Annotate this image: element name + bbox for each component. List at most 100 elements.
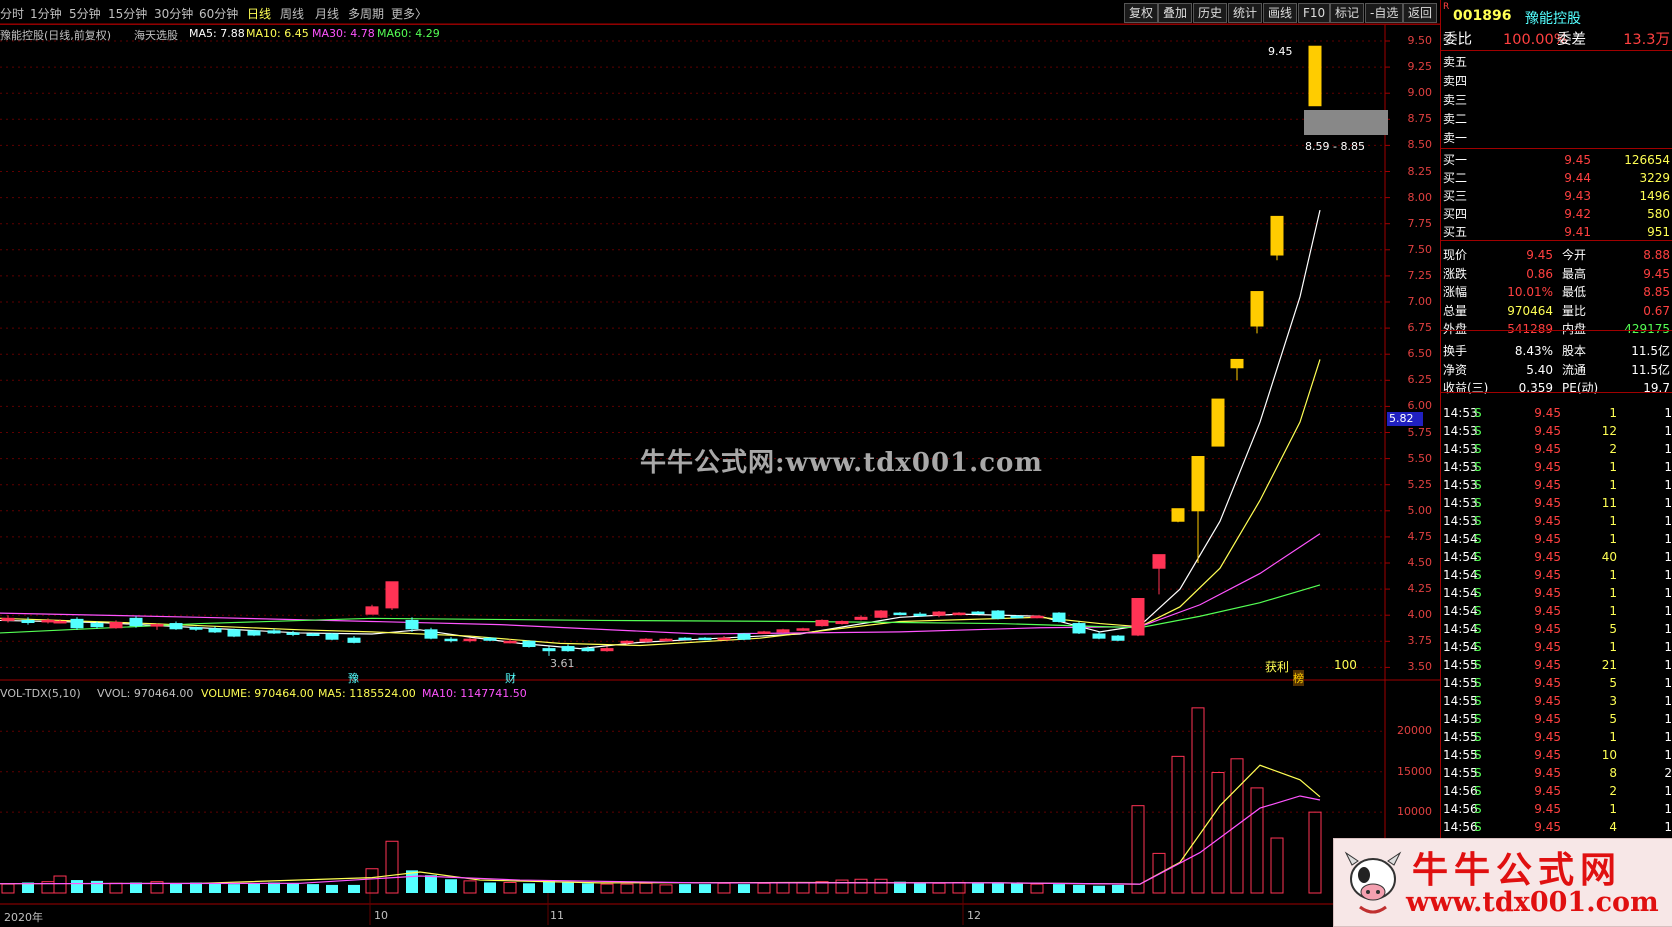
candle-body <box>757 631 771 634</box>
date-label-dec: 12 <box>967 909 981 922</box>
volume-bar <box>1073 884 1085 893</box>
volume-bar <box>699 884 711 893</box>
volume-bar <box>757 882 771 894</box>
volume-tick-label: 20000 <box>1397 724 1432 738</box>
volume-bar <box>854 878 868 894</box>
candle-body <box>561 646 575 652</box>
candle-body <box>1092 633 1106 639</box>
volume-bar <box>523 883 535 893</box>
candle-body <box>835 620 849 625</box>
price-tick-label: 4.00 <box>1407 608 1433 622</box>
buy-level-row: 买四 9.42 580 <box>1443 207 1670 221</box>
tick-row: 14:54 9.45 40 S 1 <box>1443 550 1672 564</box>
price-tick-label: 8.50 <box>1407 138 1433 152</box>
vol-ma5-label: MA5: 1185524.00 <box>318 687 416 700</box>
vol-ma10-label: MA10: 1147741.50 <box>422 687 527 700</box>
volume-bar <box>1 883 15 894</box>
tick-row: 14:55 9.45 8 S 2 <box>1443 766 1672 780</box>
candle-body <box>1211 398 1225 447</box>
price-tick-label: 4.25 <box>1407 582 1433 596</box>
quote-stat-row: 净资 5.40 流通 11.5亿 <box>1443 362 1670 377</box>
candle-body <box>1131 597 1145 636</box>
candle-body <box>306 633 320 636</box>
logo-cn-text: 牛牛公式网 <box>1412 850 1623 891</box>
candle-body <box>717 637 731 641</box>
volume-bar <box>639 882 653 894</box>
price-tick-label: 8.75 <box>1407 112 1433 126</box>
buy-level-row: 买一 9.45 126654 <box>1443 153 1670 167</box>
candle-body <box>1072 623 1086 634</box>
tick-row: 14:54 9.45 1 S 1 <box>1443 586 1672 600</box>
candle-body <box>932 611 946 616</box>
volume-bar <box>600 883 614 894</box>
candle-body <box>227 629 241 637</box>
candle-body <box>169 623 183 630</box>
price-tick-label: 4.75 <box>1407 529 1433 543</box>
tick-row: 14:53 9.45 2 S 1 <box>1443 442 1672 456</box>
candle-body <box>1111 635 1125 641</box>
candle-body <box>503 640 517 644</box>
candle-body <box>150 624 164 627</box>
candle-body <box>639 638 653 642</box>
volume-bar <box>1112 884 1124 893</box>
tick-row: 14:55 9.45 10 S 1 <box>1443 748 1672 762</box>
tick-row: 14:53 9.45 1 S 1 <box>1443 514 1672 528</box>
candle-body <box>796 628 810 631</box>
event-marker-b[interactable]: 财 <box>505 670 516 686</box>
tick-row: 14:55 9.45 5 S 1 <box>1443 676 1672 690</box>
quote-stat-row: 现价 9.45 今开 8.88 <box>1443 248 1670 262</box>
candle-body <box>913 613 927 617</box>
volume-bar <box>562 882 574 893</box>
event-marker-c[interactable]: 榜 <box>1293 670 1304 686</box>
candle-body <box>620 640 634 644</box>
tick-row: 14:56 9.45 2 S 1 <box>1443 784 1672 798</box>
ma30-line <box>0 533 1321 635</box>
candle-body <box>1230 358 1244 369</box>
tick-row: 14:53 9.45 1 S 1 <box>1443 478 1672 492</box>
volume-bar <box>1030 883 1044 894</box>
price-tick-label: 7.75 <box>1407 216 1433 230</box>
high-label: 9.45 <box>1268 45 1293 58</box>
candle-body <box>581 648 595 652</box>
candle-body <box>483 637 497 641</box>
candle-body <box>542 648 556 652</box>
price-tick-label: 6.25 <box>1407 373 1433 387</box>
volume-bar <box>268 882 280 893</box>
vol-ma10-line <box>0 795 1321 885</box>
sell-level-row: 卖一 <box>1443 131 1468 145</box>
volume-bar <box>1250 787 1264 894</box>
stock-name: 豫能控股 <box>1525 11 1581 27</box>
volume-bar <box>972 883 984 893</box>
tick-row: 14:53 9.45 1 S 1 <box>1443 460 1672 474</box>
candle-body <box>1030 615 1044 619</box>
volume-bar <box>796 881 810 894</box>
price-tick-label: 9.25 <box>1407 60 1433 74</box>
tick-row: 14:54 9.45 1 S 1 <box>1443 568 1672 582</box>
tick-row: 14:55 9.45 21 S 1 <box>1443 658 1672 672</box>
candle-body <box>189 627 203 630</box>
logo-url-text: www.tdx001.com <box>1406 887 1659 918</box>
candle-body <box>874 610 888 618</box>
event-marker-a[interactable]: 豫 <box>348 670 359 686</box>
volume-bar <box>287 883 299 893</box>
candle-body <box>600 648 614 652</box>
volume-bar <box>738 884 750 893</box>
volume-bar <box>992 882 1004 893</box>
candle-body <box>991 610 1005 619</box>
gap-range-label: 8.59 - 8.85 <box>1305 140 1365 153</box>
candle-body <box>444 638 458 642</box>
candle-body <box>1250 291 1264 327</box>
candle-body <box>1052 612 1066 622</box>
volume-bar <box>503 881 517 894</box>
candle-body <box>815 619 829 627</box>
candle-body <box>347 637 361 643</box>
vol-ma5-line <box>0 764 1321 885</box>
volume-bar <box>385 840 399 894</box>
date-label-year: 2020年 <box>4 911 43 924</box>
volume-bar <box>109 882 123 894</box>
sell-level-row: 卖三 <box>1443 93 1468 107</box>
tick-row: 14:53 9.45 11 S 1 <box>1443 496 1672 510</box>
sell-level-row: 卖二 <box>1443 112 1468 126</box>
volume-bar <box>170 883 182 893</box>
vol-indicator-name[interactable]: VOL-TDX(5,10) <box>0 687 81 700</box>
